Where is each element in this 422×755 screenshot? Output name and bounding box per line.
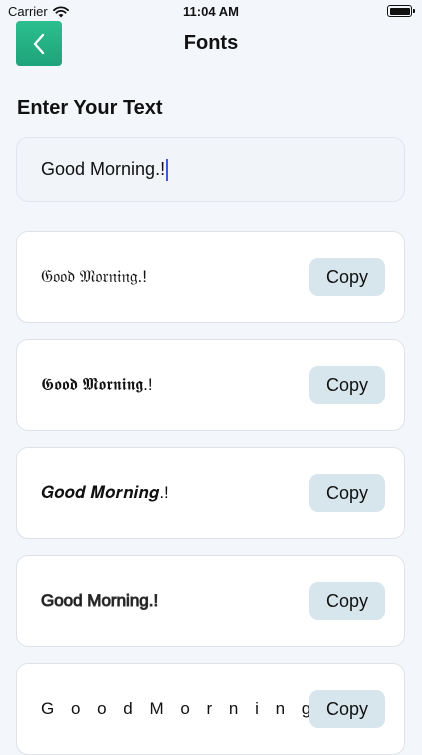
copy-button[interactable]: Copy bbox=[309, 366, 385, 404]
page-title: Fonts bbox=[183, 32, 239, 54]
nav-header: Fonts bbox=[0, 21, 422, 66]
font-sample-text: 𝔊𝔬𝔬𝔡 𝔐𝔬𝔯𝔫𝔦𝔫𝔤.! bbox=[41, 267, 147, 286]
font-card: 𝕲𝖔𝖔𝖉 𝕸𝖔𝖗𝖓𝖎𝖓𝖌.! Copy bbox=[16, 339, 405, 431]
text-caret bbox=[166, 158, 169, 181]
font-card: Good Morning.! Copy bbox=[16, 555, 405, 647]
battery-icon bbox=[387, 5, 415, 17]
font-card: G o o d M o r n i n g . ! Copy bbox=[16, 663, 405, 755]
status-time: 11:04 AM bbox=[183, 4, 239, 19]
copy-button[interactable]: Copy bbox=[309, 690, 385, 728]
copy-button[interactable]: Copy bbox=[309, 258, 385, 296]
copy-button[interactable]: Copy bbox=[309, 582, 385, 620]
text-input-value: Good Morning.! bbox=[41, 159, 166, 179]
font-sample-text: Good Morning.! bbox=[40, 591, 159, 611]
text-input-field[interactable]: Good Morning.! bbox=[16, 137, 405, 202]
input-section-label: Enter Your Text bbox=[17, 97, 163, 119]
font-sample-text: 𝕲𝖔𝖔𝖉 𝕸𝖔𝖗𝖓𝖎𝖓𝖌.! bbox=[41, 375, 153, 394]
status-bar: Carrier 11:04 AM bbox=[0, 0, 422, 22]
font-sample-text: 𝑮𝒐𝒐𝒅 𝑴𝒐𝒓𝒏𝒊𝒏𝒈.! bbox=[41, 483, 169, 502]
font-card: 𝑮𝒐𝒐𝒅 𝑴𝒐𝒓𝒏𝒊𝒏𝒈.! Copy bbox=[16, 447, 405, 539]
copy-button[interactable]: Copy bbox=[309, 474, 385, 512]
font-card: 𝔊𝔬𝔬𝔡 𝔐𝔬𝔯𝔫𝔦𝔫𝔤.! Copy bbox=[16, 231, 405, 323]
